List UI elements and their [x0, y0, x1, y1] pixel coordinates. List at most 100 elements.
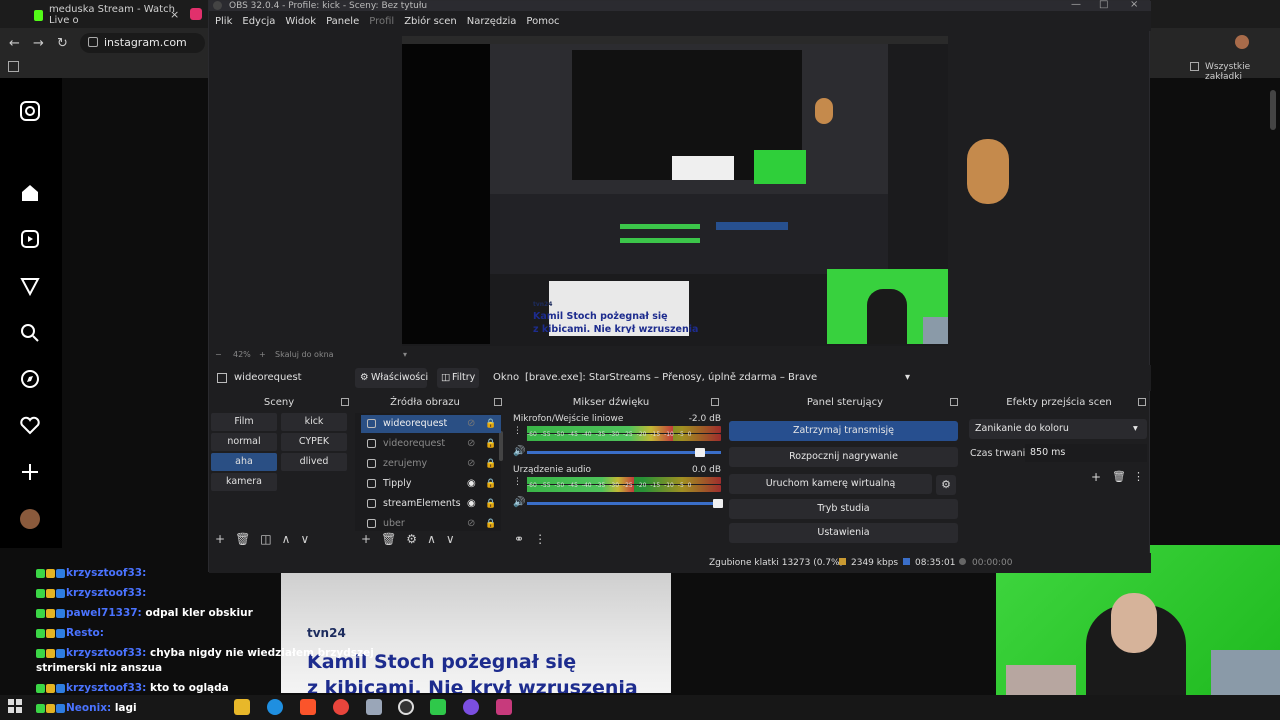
- apps-grid-icon[interactable]: [8, 61, 19, 72]
- control-button-2[interactable]: Uruchom kamerę wirtualną: [729, 474, 932, 494]
- move-down-icon[interactable]: ∨: [446, 532, 455, 546]
- browser-tab-kick[interactable]: meduska Stream - Watch Live o: [26, 4, 186, 26]
- all-bookmarks-label[interactable]: Wszystkie zakładki: [1205, 62, 1280, 82]
- lock-icon[interactable]: 🔒: [485, 475, 496, 493]
- edge-icon[interactable]: [267, 699, 283, 715]
- discord-icon[interactable]: [463, 699, 479, 715]
- explore-icon[interactable]: [19, 368, 41, 390]
- misc-app-icon[interactable]: [496, 699, 512, 715]
- trash-icon[interactable]: 🗑: [1112, 470, 1126, 483]
- source-row[interactable]: videorequest ⊘ 🔒: [361, 435, 501, 453]
- search-icon[interactable]: [19, 322, 41, 344]
- source-row[interactable]: zerujemy ⊘ 🔒: [361, 455, 501, 473]
- lock-icon[interactable]: 🔒: [485, 415, 496, 433]
- dock-undock-icon[interactable]: [711, 398, 719, 406]
- source-row[interactable]: streamElements ◉ 🔒: [361, 495, 501, 513]
- move-down-icon[interactable]: ∨: [300, 532, 309, 546]
- volume-icon[interactable]: 🔊: [513, 497, 525, 508]
- menu-1[interactable]: Edycja: [242, 16, 275, 27]
- zoom-dropdown-icon[interactable]: ▾: [403, 350, 407, 359]
- heart-icon[interactable]: [19, 414, 41, 436]
- send-icon[interactable]: [19, 275, 41, 297]
- control-button-1[interactable]: Rozpocznij nagrywanie: [729, 447, 958, 467]
- channel-menu-icon[interactable]: ⋮: [513, 477, 522, 487]
- scene-6[interactable]: kamera: [211, 473, 277, 491]
- chrome-icon[interactable]: [333, 699, 349, 715]
- volume-slider-handle[interactable]: [713, 499, 723, 508]
- zoom-level[interactable]: 42%: [233, 350, 251, 359]
- visibility-off-icon[interactable]: ⊘: [467, 455, 475, 473]
- control-button-0[interactable]: Zatrzymaj transmisję: [729, 421, 958, 441]
- menu-7[interactable]: Pomoc: [526, 16, 559, 27]
- visibility-off-icon[interactable]: ⊘: [467, 435, 475, 453]
- instagram-icon[interactable]: [190, 8, 202, 20]
- volume-slider[interactable]: [527, 448, 721, 457]
- move-up-icon[interactable]: ∧: [282, 532, 291, 546]
- virtual-camera-settings-icon[interactable]: ⚙: [936, 475, 956, 495]
- zoom-out-icon[interactable]: −: [215, 350, 222, 359]
- dock-undock-icon[interactable]: [341, 398, 349, 406]
- lock-icon[interactable]: 🔒: [485, 455, 496, 473]
- scene-0[interactable]: Film: [211, 413, 277, 431]
- scene-filters-icon[interactable]: ◫: [260, 532, 271, 546]
- mixer-more-icon[interactable]: ⋮: [534, 532, 546, 546]
- maximize-icon[interactable]: □: [1099, 0, 1108, 10]
- dock-undock-icon[interactable]: [1138, 398, 1146, 406]
- back-icon[interactable]: ←: [9, 36, 20, 51]
- streaming-app-icon[interactable]: [430, 699, 446, 715]
- close-window-icon[interactable]: ×: [1130, 0, 1138, 10]
- lock-icon[interactable]: 🔒: [485, 435, 496, 453]
- minimize-icon[interactable]: —: [1071, 0, 1081, 10]
- profile-avatar-icon[interactable]: [20, 509, 40, 529]
- filters-button[interactable]: ◫ Filtry: [437, 368, 479, 388]
- source-row[interactable]: Tipply ◉ 🔒: [361, 475, 501, 493]
- scene-3[interactable]: CYPEK: [281, 433, 347, 451]
- source-row[interactable]: wideorequest ⊘ 🔒: [361, 415, 501, 433]
- control-button-3[interactable]: Tryb studia: [729, 499, 958, 519]
- instagram-logo-icon[interactable]: [19, 100, 41, 122]
- page-scrollbar[interactable]: [1270, 90, 1276, 130]
- address-bar[interactable]: instagram.com: [80, 33, 205, 53]
- volume-slider[interactable]: [527, 499, 723, 508]
- menu-3[interactable]: Panele: [326, 16, 359, 27]
- control-button-4[interactable]: Ustawienia: [729, 523, 958, 543]
- properties-button[interactable]: ⚙ Właściwości: [355, 368, 428, 388]
- remove-scene-icon[interactable]: 🗑: [235, 532, 250, 546]
- visibility-on-icon[interactable]: ◉: [467, 475, 476, 493]
- more-icon[interactable]: ⋮: [1133, 470, 1144, 483]
- scene-4[interactable]: aha: [211, 453, 277, 471]
- menu-6[interactable]: Narzędzia: [467, 16, 517, 27]
- brave-icon[interactable]: [300, 699, 316, 715]
- mixer-link-icon[interactable]: ⚭: [514, 532, 524, 546]
- menu-2[interactable]: Widok: [285, 16, 316, 27]
- source-row[interactable]: uber ⊘ 🔒: [361, 515, 501, 533]
- add-source-icon[interactable]: +: [361, 532, 371, 546]
- menu-4[interactable]: Profil: [369, 16, 394, 27]
- profile-avatar[interactable]: [1235, 35, 1249, 49]
- menu-5[interactable]: Zbiór scen: [404, 16, 457, 27]
- forward-icon[interactable]: →: [33, 36, 44, 51]
- window-select[interactable]: [brave.exe]: StarStreams – Přenosy, úpln…: [521, 368, 921, 388]
- scene-2[interactable]: normal: [211, 433, 277, 451]
- duration-input[interactable]: 850 ms: [1025, 444, 1147, 462]
- fit-to-window[interactable]: Skaluj do okna: [275, 350, 334, 359]
- reels-icon[interactable]: [19, 228, 41, 250]
- add-transition-icon[interactable]: +: [1091, 470, 1101, 484]
- transition-select[interactable]: Zanikanie do koloru ▾: [969, 419, 1147, 439]
- obs-preview-canvas[interactable]: tvn24 Kamil Stoch pożegnał się z kibicam…: [402, 36, 948, 346]
- lock-icon[interactable]: 🔒: [485, 515, 496, 533]
- dock-undock-icon[interactable]: [950, 398, 958, 406]
- move-up-icon[interactable]: ∧: [427, 532, 436, 546]
- volume-slider-handle[interactable]: [695, 448, 705, 457]
- source-settings-icon[interactable]: ⚙: [406, 532, 417, 546]
- add-scene-icon[interactable]: +: [215, 532, 225, 546]
- file-explorer-icon[interactable]: [234, 699, 250, 715]
- obs-taskbar-icon[interactable]: [398, 699, 414, 715]
- zoom-in-icon[interactable]: +: [259, 350, 266, 359]
- create-icon[interactable]: [19, 461, 41, 483]
- home-icon[interactable]: [19, 182, 41, 204]
- app-icon[interactable]: [366, 699, 382, 715]
- menu-0[interactable]: Plik: [215, 16, 232, 27]
- visibility-off-icon[interactable]: ⊘: [467, 415, 475, 433]
- reload-icon[interactable]: ↻: [57, 36, 68, 51]
